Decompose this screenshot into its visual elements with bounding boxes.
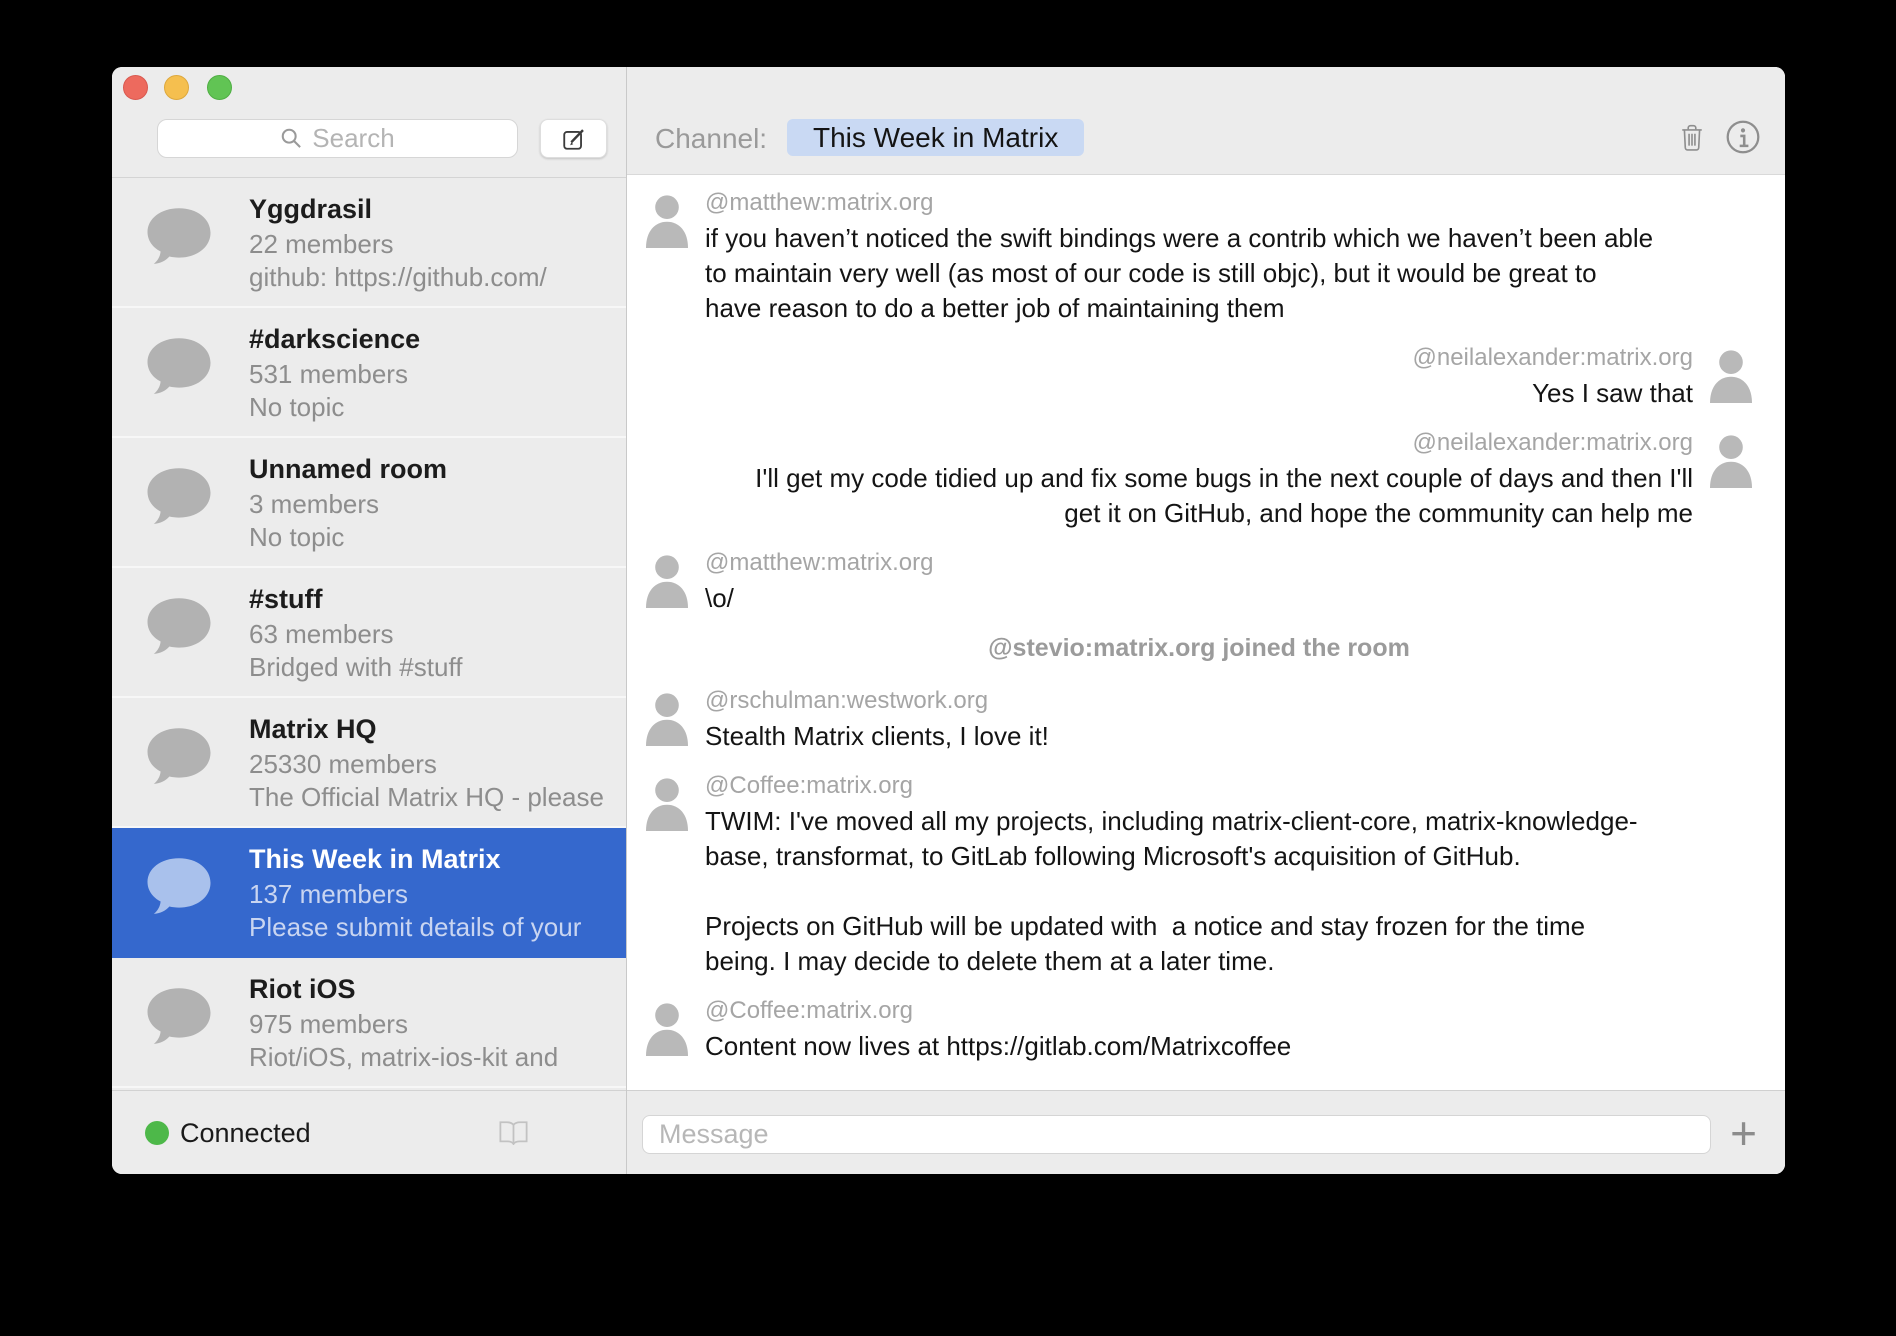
room-event-notice: @stevio:matrix.org joined the room — [643, 634, 1755, 663]
directory-button[interactable] — [498, 1121, 529, 1148]
message-sender: @rschulman:westwork.org — [705, 687, 1049, 715]
message: @rschulman:westwork.org Stealth Matrix c… — [643, 687, 1755, 754]
room-name: Matrix HQ — [249, 710, 620, 748]
room-member-count: 22 members — [249, 228, 620, 261]
channel-name-field[interactable]: This Week in Matrix — [787, 119, 1084, 156]
message-list[interactable]: @matthew:matrix.org if you haven’t notic… — [627, 175, 1785, 1090]
message-body: \o/ — [705, 581, 933, 616]
message-sender: @matthew:matrix.org — [705, 189, 1653, 217]
room-member-count: 137 members — [249, 878, 620, 911]
message-sender: @Coffee:matrix.org — [705, 772, 1638, 800]
room-name: #stuff — [249, 580, 620, 618]
matrix-client-window: Search Yggdrasil 22 members github: http… — [112, 67, 1785, 1174]
message-sender: @neilalexander:matrix.org — [1413, 344, 1694, 372]
message: @neilalexander:matrix.org Yes I saw that — [643, 344, 1755, 411]
attach-button[interactable]: + — [1730, 1105, 1757, 1161]
user-avatar-icon — [643, 191, 691, 249]
room-avatar-bubble-icon — [144, 334, 214, 402]
connection-status-label: Connected — [180, 1118, 311, 1149]
room-item-this-week-in-matrix[interactable]: This Week in Matrix 137 members Please s… — [112, 828, 626, 958]
user-avatar-icon — [643, 689, 691, 747]
desktop-background: Search Yggdrasil 22 members github: http… — [0, 0, 1896, 1336]
user-avatar-icon — [1707, 431, 1755, 489]
connection-status-dot — [145, 1121, 169, 1145]
message: @matthew:matrix.org if you haven’t notic… — [643, 189, 1755, 326]
room-item-darkscience[interactable]: #darkscience 531 members No topic — [112, 308, 626, 438]
message-body: if you haven’t noticed the swift binding… — [705, 221, 1653, 326]
room-name: Yggdrasil — [249, 190, 620, 228]
room-avatar-bubble-icon — [144, 724, 214, 792]
composer-bar: + — [627, 1090, 1785, 1174]
sidebar: Search Yggdrasil 22 members github: http… — [112, 67, 627, 1174]
room-member-count: 531 members — [249, 358, 620, 391]
room-avatar-bubble-icon — [144, 464, 214, 532]
leave-room-button[interactable] — [1679, 120, 1705, 157]
room-topic: Bridged with #stuff — [249, 651, 620, 684]
room-topic: Please submit details of your — [249, 911, 620, 944]
room-topic: No topic — [249, 391, 620, 424]
message-body: TWIM: I've moved all my projects, includ… — [705, 804, 1638, 979]
search-icon — [280, 127, 303, 150]
message-body: Content now lives at https://gitlab.com/… — [705, 1029, 1291, 1064]
user-avatar-icon — [643, 551, 691, 609]
zoom-window-button[interactable] — [207, 75, 232, 100]
room-topic: No topic — [249, 521, 620, 554]
book-icon — [498, 1121, 529, 1145]
room-topic: The Official Matrix HQ - please — [249, 781, 620, 814]
search-placeholder: Search — [312, 123, 394, 154]
room-name: This Week in Matrix — [249, 840, 620, 878]
chat-header: Channel: This Week in Matrix — [627, 67, 1785, 175]
message: @neilalexander:matrix.org I'll get my co… — [643, 429, 1755, 531]
room-name: Riot iOS — [249, 970, 620, 1008]
close-window-button[interactable] — [123, 75, 148, 100]
room-info-button[interactable] — [1725, 119, 1761, 158]
message-sender: @Coffee:matrix.org — [705, 997, 1291, 1025]
message-body: Stealth Matrix clients, I love it! — [705, 719, 1049, 754]
chat-panel: Channel: This Week in Matrix — [627, 67, 1785, 1174]
room-avatar-bubble-icon — [144, 984, 214, 1052]
room-avatar-bubble-icon — [144, 854, 214, 922]
user-avatar-icon — [643, 999, 691, 1057]
message-body: Yes I saw that — [1413, 376, 1694, 411]
room-item-riot-ios[interactable]: Riot iOS 975 members Riot/iOS, matrix-io… — [112, 958, 626, 1088]
user-avatar-icon — [1707, 346, 1755, 404]
room-name: Unnamed room — [249, 450, 620, 488]
message: @matthew:matrix.org \o/ — [643, 549, 1755, 616]
message: @Coffee:matrix.org TWIM: I've moved all … — [643, 772, 1755, 979]
room-list: Yggdrasil 22 members github: https://git… — [112, 177, 626, 1090]
user-avatar-icon — [643, 774, 691, 832]
message-body: I'll get my code tidied up and fix some … — [755, 461, 1693, 531]
sidebar-header: Search — [112, 67, 626, 177]
room-member-count: 3 members — [249, 488, 620, 521]
message: @Coffee:matrix.org Content now lives at … — [643, 997, 1755, 1064]
room-topic: Riot/iOS, matrix-ios-kit and — [249, 1041, 620, 1074]
room-avatar-bubble-icon — [144, 204, 214, 272]
room-item-yggdrasil[interactable]: Yggdrasil 22 members github: https://git… — [112, 178, 626, 308]
room-member-count: 25330 members — [249, 748, 620, 781]
room-member-count: 63 members — [249, 618, 620, 651]
search-input[interactable]: Search — [157, 119, 518, 158]
room-name: #darkscience — [249, 320, 620, 358]
compose-icon — [561, 126, 587, 152]
room-item-matrix-hq[interactable]: Matrix HQ 25330 members The Official Mat… — [112, 698, 626, 828]
info-icon — [1725, 119, 1761, 155]
message-sender: @matthew:matrix.org — [705, 549, 933, 577]
trash-icon — [1679, 120, 1705, 154]
message-input[interactable] — [642, 1115, 1711, 1154]
room-avatar-bubble-icon — [144, 594, 214, 662]
message-sender: @neilalexander:matrix.org — [755, 429, 1693, 457]
room-item-unnamed-room[interactable]: Unnamed room 3 members No topic — [112, 438, 626, 568]
compose-button[interactable] — [540, 119, 607, 158]
sidebar-footer: Connected — [112, 1090, 626, 1174]
minimize-window-button[interactable] — [164, 75, 189, 100]
room-member-count: 975 members — [249, 1008, 620, 1041]
channel-label: Channel: — [655, 123, 767, 155]
room-topic: github: https://github.com/ — [249, 261, 620, 294]
room-item-stuff[interactable]: #stuff 63 members Bridged with #stuff — [112, 568, 626, 698]
